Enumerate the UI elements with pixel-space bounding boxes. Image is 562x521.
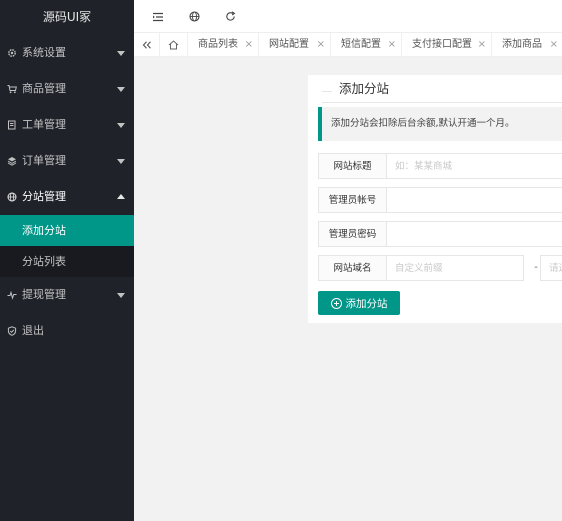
- close-icon[interactable]: ×: [478, 33, 486, 56]
- chevron-down-icon: [117, 159, 125, 164]
- menu-item-label: 分站管理: [22, 190, 66, 203]
- tab-bar: 商品列表 × 网站配置 × 短信配置 × 支付接口配置 × 添加商品 ×: [134, 33, 562, 57]
- refresh-icon[interactable]: [217, 0, 243, 33]
- tab-label: 网站配置: [269, 39, 309, 50]
- domain-prefix-input[interactable]: [387, 255, 524, 281]
- app-logo: 源码UI冢: [0, 0, 134, 35]
- globe-icon: [6, 179, 18, 215]
- close-icon[interactable]: ×: [245, 33, 253, 56]
- tab-label: 支付接口配置: [412, 39, 472, 50]
- plus-circle-icon: [330, 297, 342, 309]
- close-icon[interactable]: ×: [388, 33, 396, 56]
- form-row-domain: 网站域名 -: [318, 255, 562, 281]
- top-header: [134, 0, 562, 33]
- admin-account-input[interactable]: [387, 187, 562, 213]
- shield-check-icon: [6, 313, 18, 349]
- admin-password-input[interactable]: [387, 221, 562, 247]
- menu-item-product-management[interactable]: 商品管理: [0, 71, 134, 107]
- home-icon[interactable]: [160, 33, 188, 56]
- menu-item-label: 商品管理: [22, 82, 66, 95]
- chevron-down-icon: [117, 293, 125, 298]
- submenu-item-add-substation[interactable]: 添加分站: [0, 215, 134, 246]
- menu-item-substation-management[interactable]: 分站管理: [0, 179, 134, 215]
- site-title-input[interactable]: [387, 153, 562, 179]
- tab-product-list[interactable]: 商品列表 ×: [188, 33, 259, 56]
- domain-separator: -: [534, 262, 538, 273]
- tabs-scroll-left-icon[interactable]: [134, 33, 160, 56]
- tab-label: 短信配置: [341, 39, 381, 50]
- tab-sms-config[interactable]: 短信配置 ×: [331, 33, 402, 56]
- layers-icon: [6, 143, 18, 179]
- domain-suffix-select[interactable]: [540, 255, 562, 281]
- menu-item-system-settings[interactable]: 系统设置: [0, 35, 134, 71]
- pulse-icon: [6, 277, 18, 313]
- gear-icon: [6, 35, 18, 71]
- add-substation-button[interactable]: 添加分站: [318, 291, 400, 315]
- site-title-label: 网站标题: [318, 153, 387, 179]
- notice-quote: 添加分站会扣除后台余额,默认开通一个月。: [318, 107, 562, 141]
- ticket-icon: [6, 107, 18, 143]
- menu-item-label: 退出: [22, 324, 44, 337]
- globe-icon[interactable]: [181, 0, 207, 33]
- chevron-up-icon: [117, 194, 125, 199]
- menu-item-logout[interactable]: 退出: [0, 313, 134, 349]
- cart-icon: [6, 71, 18, 107]
- menu-toggle-icon[interactable]: [145, 0, 171, 33]
- chevron-down-icon: [117, 123, 125, 128]
- add-substation-button-label: 添加分站: [345, 297, 388, 310]
- menu-item-withdraw-management[interactable]: 提现管理: [0, 277, 134, 313]
- close-icon[interactable]: ×: [317, 33, 325, 56]
- tab-add-product[interactable]: 添加商品 ×: [492, 33, 562, 56]
- menu-item-label: 工单管理: [22, 118, 66, 131]
- main-content: 添加分站 添加分站会扣除后台余额,默认开通一个月。 网站标题 管理员帐号 管理员…: [134, 57, 562, 521]
- menu-item-order-management[interactable]: 订单管理: [0, 143, 134, 179]
- chevron-down-icon: [117, 51, 125, 56]
- admin-account-label: 管理员帐号: [318, 187, 387, 213]
- menu-item-label: 系统设置: [22, 46, 66, 59]
- close-icon[interactable]: ×: [550, 33, 558, 56]
- card-title: 添加分站: [337, 78, 392, 97]
- menu-item-label: 订单管理: [22, 154, 66, 167]
- domain-label: 网站域名: [318, 255, 387, 281]
- form-row-site-title: 网站标题: [318, 153, 562, 179]
- tab-label: 添加商品: [502, 39, 542, 50]
- submenu-substation: 添加分站 分站列表: [0, 215, 134, 277]
- tab-site-config[interactable]: 网站配置 ×: [259, 33, 331, 56]
- menu-item-ticket-management[interactable]: 工单管理: [0, 107, 134, 143]
- tab-payment-config[interactable]: 支付接口配置 ×: [402, 33, 492, 56]
- form-row-admin-password: 管理员密码: [318, 221, 562, 247]
- tab-label: 商品列表: [198, 39, 238, 50]
- sidebar: 源码UI冢 系统设置 商品管理 工单管理 订单管理 分站管理 添加分站 分站列表…: [0, 0, 134, 521]
- chevron-down-icon: [117, 87, 125, 92]
- menu-item-label: 提现管理: [22, 288, 66, 301]
- form-row-admin-account: 管理员帐号: [318, 187, 562, 213]
- submenu-item-substation-list[interactable]: 分站列表: [0, 246, 134, 277]
- admin-password-label: 管理员密码: [318, 221, 387, 247]
- add-substation-card: 添加分站 添加分站会扣除后台余额,默认开通一个月。 网站标题 管理员帐号 管理员…: [308, 75, 562, 323]
- card-title-fieldset: 添加分站: [322, 78, 562, 103]
